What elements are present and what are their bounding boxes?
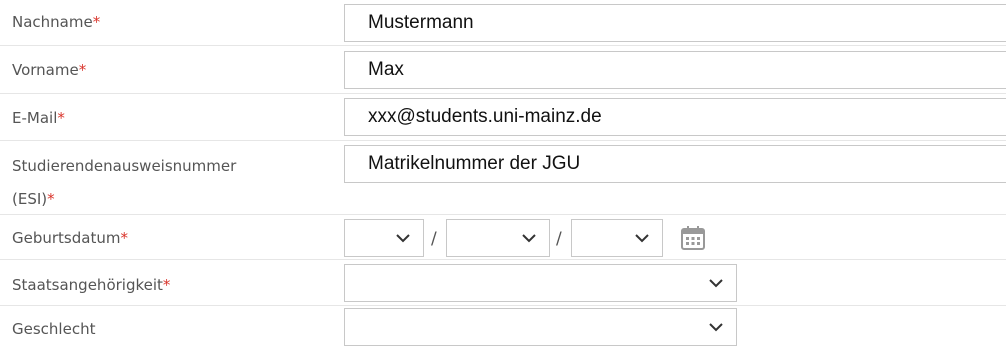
required-marker: * <box>92 13 101 31</box>
email-label: E-Mail* <box>12 107 65 130</box>
geschlecht-select[interactable] <box>344 308 737 346</box>
calendar-icon[interactable] <box>680 225 706 251</box>
required-marker: * <box>78 61 87 79</box>
geschlecht-label-text: Geschlecht <box>12 320 96 338</box>
required-marker: * <box>57 109 65 127</box>
email-input[interactable]: xxx@students.uni-mainz.de <box>344 98 1006 136</box>
esi-label-line2: (ESI) <box>12 190 48 208</box>
nachname-label-text: Nachname <box>12 13 93 31</box>
required-marker: * <box>162 276 171 294</box>
email-label-text: E-Mail <box>12 109 58 127</box>
birth-year-select[interactable] <box>571 219 663 257</box>
chevron-down-icon <box>635 234 649 243</box>
vorname-label: Vorname* <box>12 59 86 82</box>
staatsangehoerigkeit-label: Staatsangehörigkeit* <box>12 274 170 297</box>
nachname-label: Nachname* <box>12 11 100 34</box>
geschlecht-label: Geschlecht <box>12 318 95 341</box>
date-separator: / <box>556 229 562 249</box>
vorname-label-text: Vorname <box>12 61 79 79</box>
esi-label: Studierendenausweisnummer (ESI)* <box>12 150 236 216</box>
required-marker: * <box>47 190 55 208</box>
geburtsdatum-label: Geburtsdatum* <box>12 227 128 250</box>
staatsangehoerigkeit-label-text: Staatsangehörigkeit <box>12 276 163 294</box>
required-marker: * <box>120 229 128 247</box>
staatsangehoerigkeit-select[interactable] <box>344 264 737 302</box>
esi-input[interactable]: Matrikelnummer der JGU <box>344 145 1006 183</box>
birth-month-select[interactable] <box>446 219 550 257</box>
date-separator: / <box>431 229 437 249</box>
birth-day-select[interactable] <box>344 219 424 257</box>
chevron-down-icon <box>522 234 536 243</box>
nachname-input[interactable]: Mustermann <box>344 4 1006 42</box>
chevron-down-icon <box>396 234 410 243</box>
vorname-input[interactable]: Max <box>344 51 1006 89</box>
chevron-down-icon <box>709 323 723 332</box>
chevron-down-icon <box>709 279 723 288</box>
esi-label-line1: Studierendenausweisnummer <box>12 157 237 175</box>
geburtsdatum-label-text: Geburtsdatum <box>12 229 121 247</box>
